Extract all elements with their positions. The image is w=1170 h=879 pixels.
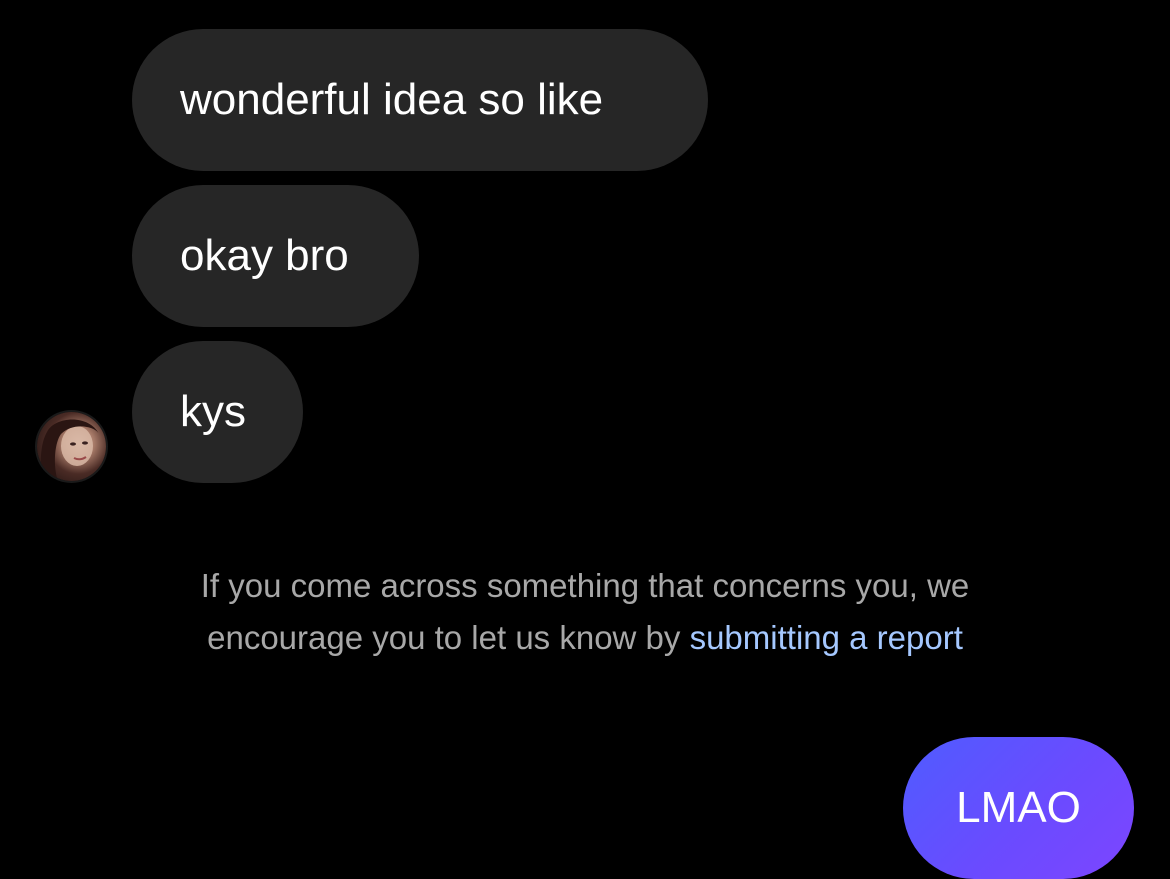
message-text: okay bro <box>180 231 349 280</box>
message-text: LMAO <box>956 783 1081 832</box>
message-text: kys <box>180 387 246 436</box>
received-message-bubble[interactable]: wonderful idea so like <box>132 29 708 171</box>
profile-photo-icon <box>40 419 99 478</box>
sent-message-bubble[interactable]: LMAO <box>903 737 1134 879</box>
sender-avatar[interactable] <box>37 412 106 481</box>
safety-notice: If you come across something that concer… <box>120 560 1050 664</box>
received-message-bubble[interactable]: okay bro <box>132 185 419 327</box>
received-message-bubble[interactable]: kys <box>132 341 303 483</box>
message-text: wonderful idea so like <box>180 75 604 124</box>
submit-report-link[interactable]: submitting a report <box>690 619 963 656</box>
